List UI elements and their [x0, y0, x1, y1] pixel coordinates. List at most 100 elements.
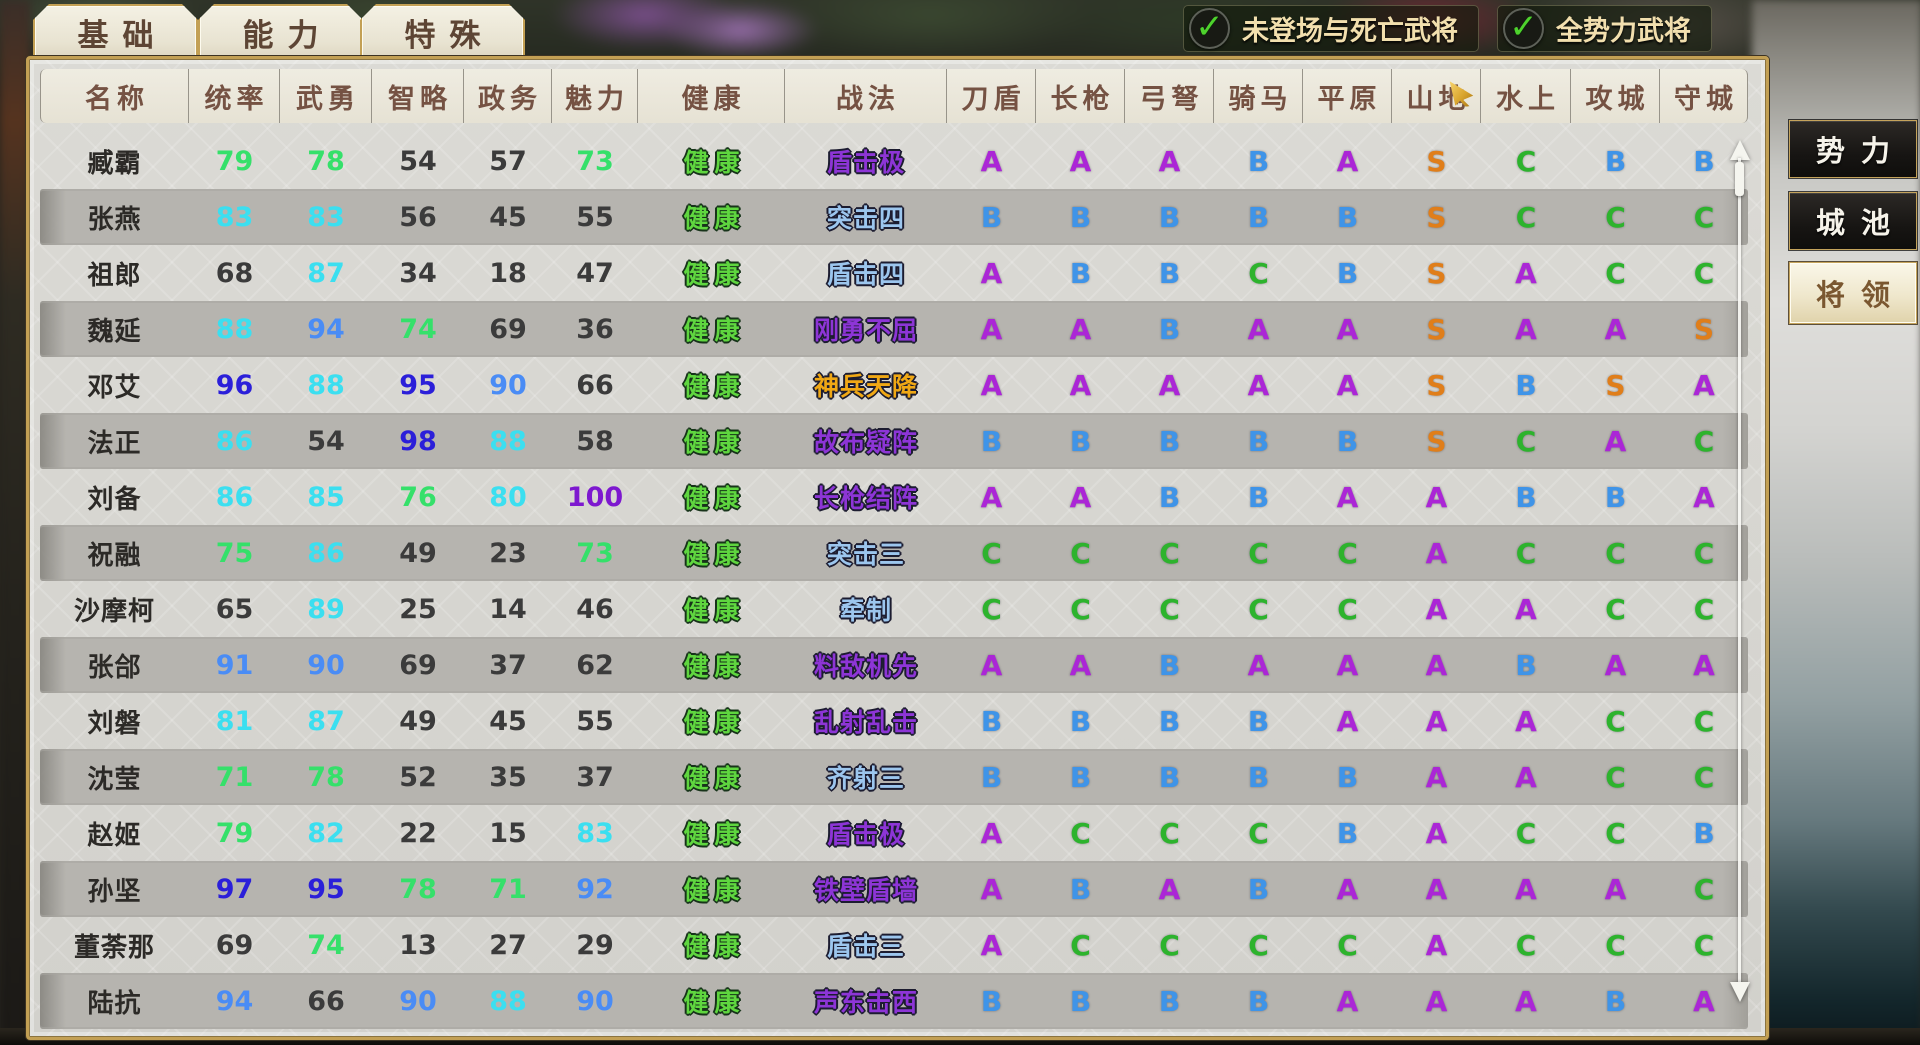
- column-header-charm[interactable]: 魅力: [552, 69, 638, 123]
- stat-intellect: 34: [372, 258, 464, 289]
- stat-leadership: 79: [189, 146, 280, 177]
- grade-bow: C: [1125, 537, 1214, 570]
- column-header-sword-shield[interactable]: 刀盾: [947, 69, 1036, 123]
- table-row[interactable]: 孙坚9795787192健康铁壁盾墙ABABAAAAC: [40, 861, 1748, 917]
- stat-politics: 80: [464, 482, 552, 513]
- health-status: 健康: [638, 535, 785, 571]
- general-name: 臧霸: [40, 143, 189, 180]
- grade-mountain: A: [1392, 985, 1481, 1018]
- table-row[interactable]: 臧霸7978545773健康盾击极AAABASCBB: [40, 133, 1748, 189]
- grade-sword-shield: C: [947, 537, 1036, 570]
- grade-spear: C: [1036, 817, 1125, 850]
- grade-mountain: A: [1392, 481, 1481, 514]
- tab-ability[interactable]: 能力: [198, 4, 363, 61]
- filter-toggle-undebuted-dead[interactable]: ✓未登场与死亡武将: [1183, 5, 1479, 52]
- column-header-tactic[interactable]: 战法: [785, 69, 947, 123]
- stat-valor: 74: [280, 930, 372, 961]
- tab-special[interactable]: 特殊: [360, 4, 525, 61]
- health-status: 健康: [638, 983, 785, 1019]
- scroll-down-arrow-icon[interactable]: [1730, 982, 1750, 1002]
- table-row[interactable]: 沈莹7178523537健康齐射三BBBBBAACC: [40, 749, 1748, 805]
- stat-valor: 78: [280, 146, 372, 177]
- stat-leadership: 65: [189, 594, 280, 625]
- grade-plains: B: [1303, 201, 1392, 234]
- side-button-forces[interactable]: 势力: [1789, 120, 1917, 178]
- grade-water: A: [1481, 873, 1571, 906]
- table-row[interactable]: 张郃9190693762健康料敌机先AABAAABAA: [40, 637, 1748, 693]
- side-button-cities[interactable]: 城池: [1789, 192, 1917, 250]
- grade-bow: B: [1125, 257, 1214, 290]
- grade-cavalry: B: [1214, 145, 1303, 178]
- table-row[interactable]: 张燕8383564555健康突击四BBBBBSCCC: [40, 189, 1748, 245]
- table-row[interactable]: 刘磐8187494555健康乱射乱击BBBBAAACC: [40, 693, 1748, 749]
- column-header-name[interactable]: 名称: [40, 69, 189, 123]
- grade-siege-attack: A: [1571, 425, 1660, 458]
- stat-leadership: 88: [189, 314, 280, 345]
- grade-plains: A: [1303, 145, 1392, 178]
- table-row[interactable]: 魏延8894746936健康刚勇不屈AABAASAAS: [40, 301, 1748, 357]
- table-row[interactable]: 赵姬7982221583健康盾击极ACCCBACCB: [40, 805, 1748, 861]
- column-header-leadership[interactable]: 统率: [189, 69, 280, 123]
- scroll-up-arrow-icon[interactable]: [1730, 140, 1750, 160]
- filter-toggle-all-forces[interactable]: ✓全势力武将: [1497, 5, 1712, 52]
- stat-leadership: 96: [189, 370, 280, 401]
- column-header-bow[interactable]: 弓弩: [1125, 69, 1214, 123]
- table-row[interactable]: 法正8654988858健康故布疑阵BBBBBSCAC: [40, 413, 1748, 469]
- column-header-valor[interactable]: 武勇: [280, 69, 372, 123]
- table-row[interactable]: 沙摩柯6589251446健康牵制CCCCCAACC: [40, 581, 1748, 637]
- stat-politics: 15: [464, 818, 552, 849]
- stat-leadership: 86: [189, 482, 280, 513]
- grade-sword-shield: A: [947, 649, 1036, 682]
- tactic-name: 乱射乱击: [785, 703, 947, 739]
- stat-valor: 85: [280, 482, 372, 513]
- grade-plains: B: [1303, 817, 1392, 850]
- grade-water: A: [1481, 257, 1571, 290]
- grade-mountain: S: [1392, 313, 1481, 346]
- column-header-politics[interactable]: 政务: [464, 69, 552, 123]
- column-header-siege-defense[interactable]: 守城: [1660, 69, 1748, 123]
- scrollbar-track[interactable]: [1738, 158, 1741, 984]
- scrollbar-thumb[interactable]: [1735, 162, 1744, 196]
- table-row[interactable]: 祝融7586492373健康突击三CCCCCACCC: [40, 525, 1748, 581]
- stat-leadership: 68: [189, 258, 280, 289]
- tab-basics[interactable]: 基础: [33, 4, 198, 61]
- grade-sword-shield: C: [947, 593, 1036, 626]
- grade-cavalry: B: [1214, 985, 1303, 1018]
- table-row[interactable]: 邓艾9688959066健康神兵天降AAAAASBSA: [40, 357, 1748, 413]
- column-header-spear[interactable]: 长枪: [1036, 69, 1125, 123]
- grade-plains: B: [1303, 425, 1392, 458]
- grade-water: B: [1481, 369, 1571, 402]
- column-header-siege-attack[interactable]: 攻城: [1571, 69, 1660, 123]
- grade-siege-attack: A: [1571, 649, 1660, 682]
- side-button-generals[interactable]: 将领: [1789, 262, 1917, 324]
- health-status: 健康: [638, 871, 785, 907]
- grade-plains: A: [1303, 705, 1392, 738]
- stat-politics: 27: [464, 930, 552, 961]
- stat-leadership: 79: [189, 818, 280, 849]
- table-row[interactable]: 董荼那6974132729健康盾击三ACCCCACCC: [40, 917, 1748, 973]
- grade-cavalry: A: [1214, 313, 1303, 346]
- grade-spear: B: [1036, 761, 1125, 794]
- grade-bow: B: [1125, 649, 1214, 682]
- stat-charm: 83: [552, 818, 638, 849]
- column-header-intellect[interactable]: 智略: [372, 69, 464, 123]
- grade-siege-attack: C: [1571, 201, 1660, 234]
- table-row[interactable]: 刘备86857680100健康长枪结阵AABBAABBA: [40, 469, 1748, 525]
- column-header-cavalry[interactable]: 骑马: [1214, 69, 1303, 123]
- stat-intellect: 98: [372, 426, 464, 457]
- column-header-health[interactable]: 健康: [638, 69, 785, 123]
- stat-intellect: 49: [372, 706, 464, 737]
- grade-water: C: [1481, 817, 1571, 850]
- table-row[interactable]: 祖郎6887341847健康盾击四ABBCBSACC: [40, 245, 1748, 301]
- column-header-plains[interactable]: 平原: [1303, 69, 1392, 123]
- column-header-water[interactable]: 水上: [1481, 69, 1571, 123]
- grade-mountain: S: [1392, 145, 1481, 178]
- table-row[interactable]: 陆抗9466908890健康声东击西BBBBAAABA: [40, 973, 1748, 1029]
- grade-spear: A: [1036, 313, 1125, 346]
- grade-cavalry: B: [1214, 705, 1303, 738]
- stat-politics: 90: [464, 370, 552, 401]
- stat-intellect: 25: [372, 594, 464, 625]
- grade-bow: B: [1125, 313, 1214, 346]
- grade-cavalry: C: [1214, 929, 1303, 962]
- table-header: 名称统率武勇智略政务魅力健康战法刀盾长枪弓弩骑马平原山地水上攻城守城: [40, 67, 1748, 125]
